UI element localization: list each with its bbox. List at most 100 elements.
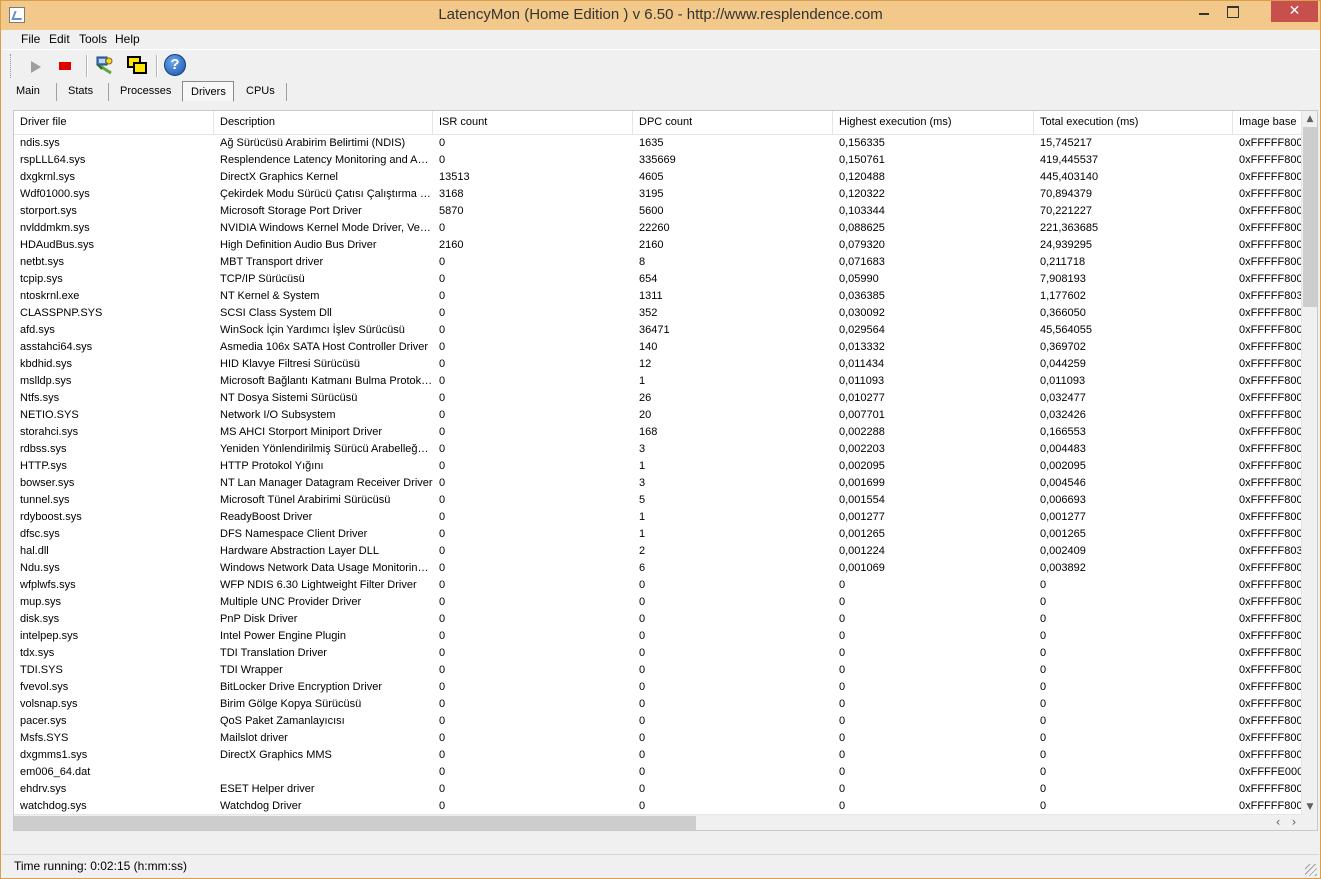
table-row[interactable]: ehdrv.sys ESET Helper driver 0 0 0 0 0xFFFFF80… xyxy=(14,781,1303,798)
horizontal-scroll-thumb[interactable] xyxy=(14,816,696,830)
cell-driver-file: asstahci64.sys xyxy=(20,341,93,353)
toolbar-grip[interactable] xyxy=(10,54,13,78)
table-row[interactable]: pacer.sys QoS Paket Zamanlayıcısı 0 0 0 0 0xFF… xyxy=(14,713,1303,730)
cell-dpc-count: 12 xyxy=(639,358,652,370)
column-header-driver-file[interactable]: Driver file xyxy=(14,111,214,134)
table-row[interactable]: storahci.sys MS AHCI Storport Miniport Dr… xyxy=(14,424,1303,441)
tab-processes[interactable]: Processes xyxy=(120,81,171,102)
menu-help[interactable]: Help xyxy=(115,32,140,46)
table-row[interactable]: nvlddmkm.sys NVIDIA Windows Kernel Mode D… xyxy=(14,220,1303,237)
column-header-total-execution[interactable]: Total execution (ms) xyxy=(1034,111,1233,134)
cell-description: Microsoft Bağlantı Katmanı Bulma Protoko… xyxy=(220,375,433,387)
column-header-highest-execution[interactable]: Highest execution (ms) xyxy=(833,111,1034,134)
stop-button[interactable] xyxy=(54,53,78,79)
table-row[interactable]: NETIO.SYS Network I/O Subsystem 0 20 0,00770… xyxy=(14,407,1303,424)
scroll-down-icon[interactable]: ▼ xyxy=(1302,799,1317,815)
table-row[interactable]: intelpep.sys Intel Power Engine Plugin 0 0 0… xyxy=(14,628,1303,645)
start-button[interactable] xyxy=(23,53,47,79)
table-row[interactable]: afd.sys WinSock İçin Yardımcı İşlev Sürüc… xyxy=(14,322,1303,339)
table-row[interactable]: rdbss.sys Yeniden Yönlendirilmiş Sürücü A… xyxy=(14,441,1303,458)
table-row[interactable]: hal.dll Hardware Abstraction Layer DLL 0 2 0… xyxy=(14,543,1303,560)
tab-main[interactable]: Main xyxy=(16,81,40,102)
table-row[interactable]: rspLLL64.sys Resplendence Latency Monitor… xyxy=(14,152,1303,169)
cell-highest-execution: 0,156335 xyxy=(839,137,885,149)
maximize-button[interactable] xyxy=(1219,1,1246,22)
table-row[interactable]: netbt.sys MBT Transport driver 0 8 0,071683 0… xyxy=(14,254,1303,271)
close-button[interactable]: ✕ xyxy=(1271,1,1318,22)
cell-dpc-count: 2 xyxy=(639,545,646,557)
table-row[interactable]: Msfs.SYS Mailslot driver 0 0 0 0 0xFFFFF800 xyxy=(14,730,1303,747)
resize-grip[interactable] xyxy=(1305,864,1317,876)
table-row[interactable]: HDAudBus.sys High Definition Audio Bus Dr… xyxy=(14,237,1303,254)
drivers-table: Driver file Description ISR count DPC co… xyxy=(13,110,1318,831)
cell-dpc-count: 0 xyxy=(639,698,646,710)
column-header-isr-count[interactable]: ISR count xyxy=(433,111,633,134)
cell-isr-count: 0 xyxy=(439,324,446,336)
column-header-image-base[interactable]: Image base xyxy=(1233,111,1303,134)
tab-stats[interactable]: Stats xyxy=(68,81,93,102)
menu-file[interactable]: File xyxy=(21,32,40,46)
windows-button[interactable] xyxy=(124,53,148,79)
cell-description: Network I/O Subsystem xyxy=(220,409,336,421)
cell-driver-file: volsnap.sys xyxy=(20,698,78,710)
cell-total-execution: 0,003892 xyxy=(1040,562,1086,574)
table-row[interactable]: wfplwfs.sys WFP NDIS 6.30 Lightweight Fil… xyxy=(14,577,1303,594)
table-row[interactable]: Ndu.sys Windows Network Data Usage Monito… xyxy=(14,560,1303,577)
table-row[interactable]: Wdf01000.sys Çekirdek Modu Sürücü Çatısı … xyxy=(14,186,1303,203)
tab-cpus[interactable]: CPUs xyxy=(246,81,275,102)
table-row[interactable]: dxgmms1.sys DirectX Graphics MMS 0 0 0 0 0xFFF… xyxy=(14,747,1303,764)
title-bar[interactable]: LatencyMon (Home Edition ) v 6.50 - http… xyxy=(1,1,1320,30)
cell-image-base: 0xFFFFF800 xyxy=(1239,562,1303,574)
table-row[interactable]: mslldp.sys Microsoft Bağlantı Katmanı Bul… xyxy=(14,373,1303,390)
driver-tool-button[interactable] xyxy=(92,53,116,79)
status-bar: Time running: 0:02:15 (h:mm:ss) xyxy=(2,854,1319,878)
toolbar: ? xyxy=(2,49,1319,81)
table-row[interactable]: tunnel.sys Microsoft Tünel Arabirimi Sürü… xyxy=(14,492,1303,509)
menu-edit[interactable]: Edit xyxy=(49,32,70,46)
table-row[interactable]: TDI.SYS TDI Wrapper 0 0 0 0 0xFFFFF800 xyxy=(14,662,1303,679)
scroll-left-icon[interactable]: ‹ xyxy=(1270,815,1286,830)
table-row[interactable]: volsnap.sys Birim Gölge Kopya Sürücüsü 0 0 0… xyxy=(14,696,1303,713)
help-button[interactable]: ? xyxy=(163,53,187,79)
table-row[interactable]: kbdhid.sys HID Klavye Filtresi Sürücüsü 0 1… xyxy=(14,356,1303,373)
table-row[interactable]: CLASSPNP.SYS SCSI Class System Dll 0 352 0,0… xyxy=(14,305,1303,322)
cell-total-execution: 0 xyxy=(1040,800,1047,812)
table-row[interactable]: em006_64.dat 0 0 0 0 0xFFFFE000 xyxy=(14,764,1303,781)
cell-dpc-count: 3 xyxy=(639,477,646,489)
cell-driver-file: intelpep.sys xyxy=(20,630,79,642)
menu-tools[interactable]: Tools xyxy=(79,32,107,46)
table-row[interactable]: asstahci64.sys Asmedia 106x SATA Host Con… xyxy=(14,339,1303,356)
table-row[interactable]: fvevol.sys BitLocker Drive Encryption Dri… xyxy=(14,679,1303,696)
horizontal-scrollbar[interactable]: ‹ › xyxy=(14,814,1303,830)
table-row[interactable]: disk.sys PnP Disk Driver 0 0 0 0 0xFFFFF800 xyxy=(14,611,1303,628)
column-header-dpc-count[interactable]: DPC count xyxy=(633,111,833,134)
cell-image-base: 0xFFFFF800 xyxy=(1239,273,1303,285)
cell-total-execution: 0,002409 xyxy=(1040,545,1086,557)
tab-drivers[interactable]: Drivers xyxy=(182,81,234,102)
table-row[interactable]: watchdog.sys Watchdog Driver 0 0 0 0 0xFFFFF80… xyxy=(14,798,1303,815)
scroll-up-icon[interactable]: ▲ xyxy=(1302,111,1317,127)
table-row[interactable]: dfsc.sys DFS Namespace Client Driver 0 1 0,0… xyxy=(14,526,1303,543)
column-header-description[interactable]: Description xyxy=(214,111,433,134)
table-row[interactable]: mup.sys Multiple UNC Provider Driver 0 0 0 0 0… xyxy=(14,594,1303,611)
table-row[interactable]: dxgkrnl.sys DirectX Graphics Kernel 13513 4… xyxy=(14,169,1303,186)
table-row[interactable]: Ntfs.sys NT Dosya Sistemi Sürücüsü 0 26 0,01… xyxy=(14,390,1303,407)
minimize-button[interactable] xyxy=(1190,1,1218,22)
table-row[interactable]: ntoskrnl.exe NT Kernel & System 0 1311 0,036… xyxy=(14,288,1303,305)
vertical-scrollbar[interactable]: ▲ ▼ xyxy=(1301,111,1317,830)
table-row[interactable]: rdyboost.sys ReadyBoost Driver 0 1 0,001277 0… xyxy=(14,509,1303,526)
cell-total-execution: 0,004546 xyxy=(1040,477,1086,489)
cell-driver-file: mup.sys xyxy=(20,596,61,608)
table-row[interactable]: tcpip.sys TCP/IP Sürücüsü 0 654 0,05990 7,908… xyxy=(14,271,1303,288)
scroll-right-icon[interactable]: › xyxy=(1286,815,1302,830)
cell-dpc-count: 0 xyxy=(639,596,646,608)
cell-description: Yeniden Yönlendirilmiş Sürücü Arabelleğe… xyxy=(220,443,433,455)
table-row[interactable]: bowser.sys NT Lan Manager Datagram Receiv… xyxy=(14,475,1303,492)
table-row[interactable]: HTTP.sys HTTP Protokol Yığını 0 1 0,002095 0,… xyxy=(14,458,1303,475)
cell-image-base: 0xFFFFF800 xyxy=(1239,579,1303,591)
table-row[interactable]: storport.sys Microsoft Storage Port Drive… xyxy=(14,203,1303,220)
cell-isr-count: 13513 xyxy=(439,171,470,183)
table-row[interactable]: tdx.sys TDI Translation Driver 0 0 0 0 0xFFFFF… xyxy=(14,645,1303,662)
vertical-scroll-thumb[interactable] xyxy=(1303,127,1317,307)
table-row[interactable]: ndis.sys Ağ Sürücüsü Arabirim Belirtimi (… xyxy=(14,135,1303,152)
